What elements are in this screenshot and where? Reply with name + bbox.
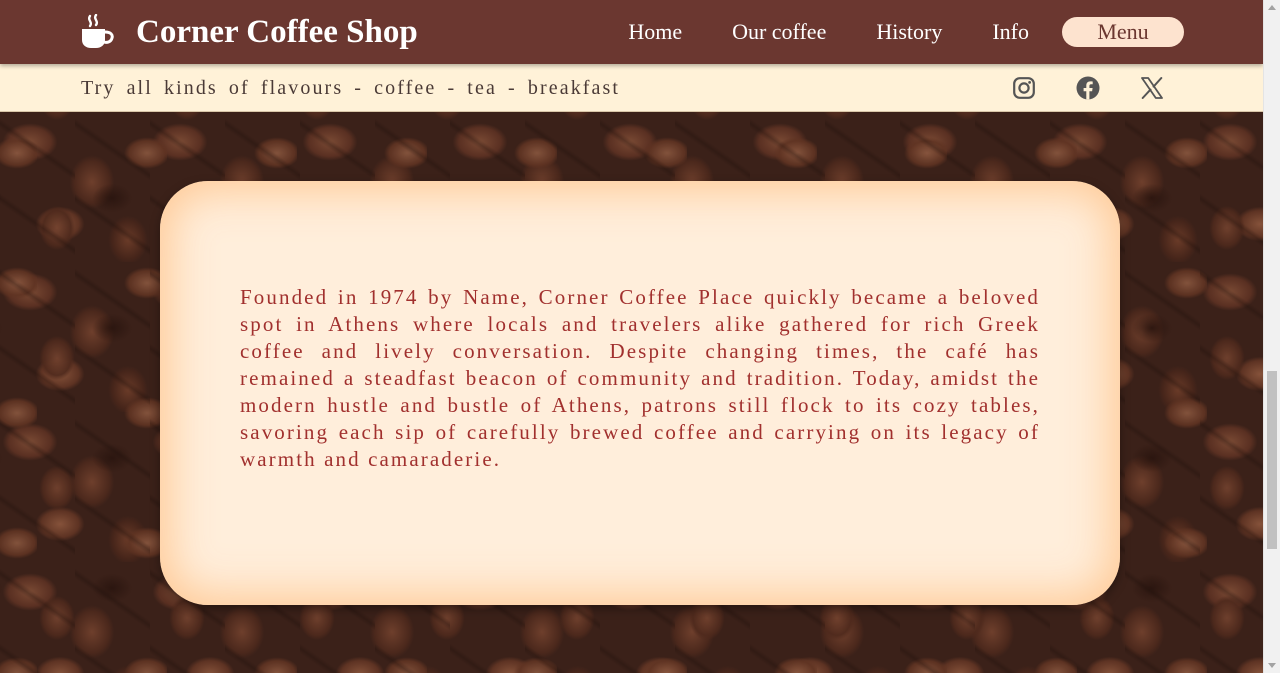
facebook-icon[interactable] (1076, 76, 1100, 100)
menu-button[interactable]: Menu (1062, 17, 1184, 47)
scroll-down-icon[interactable] (1268, 663, 1276, 668)
tagline-bar: Try all kinds of flavours - coffee - tea… (0, 64, 1263, 112)
nav-history[interactable]: History (876, 16, 942, 48)
nav-our-coffee[interactable]: Our coffee (732, 16, 826, 48)
x-icon[interactable] (1140, 76, 1164, 100)
coffee-cup-icon[interactable] (80, 14, 114, 50)
instagram-icon[interactable] (1012, 76, 1036, 100)
scroll-thumb[interactable] (1267, 371, 1277, 549)
social-links (1012, 76, 1164, 100)
scroll-up-icon[interactable] (1268, 5, 1276, 10)
brand-title[interactable]: Corner Coffee Shop (136, 10, 418, 54)
vertical-scrollbar[interactable] (1263, 0, 1280, 673)
main-nav: Home Our coffee History Info Menu (628, 16, 1184, 48)
history-text: Founded in 1974 by Name, Corner Coffee P… (240, 285, 1040, 471)
tagline: Try all kinds of flavours - coffee - tea… (81, 77, 621, 99)
nav-home[interactable]: Home (628, 16, 682, 48)
nav-info[interactable]: Info (992, 16, 1029, 48)
history-card: Founded in 1974 by Name, Corner Coffee P… (160, 181, 1120, 605)
page: Corner Coffee Shop Home Our coffee Histo… (0, 0, 1263, 673)
site-header: Corner Coffee Shop Home Our coffee Histo… (0, 0, 1263, 64)
